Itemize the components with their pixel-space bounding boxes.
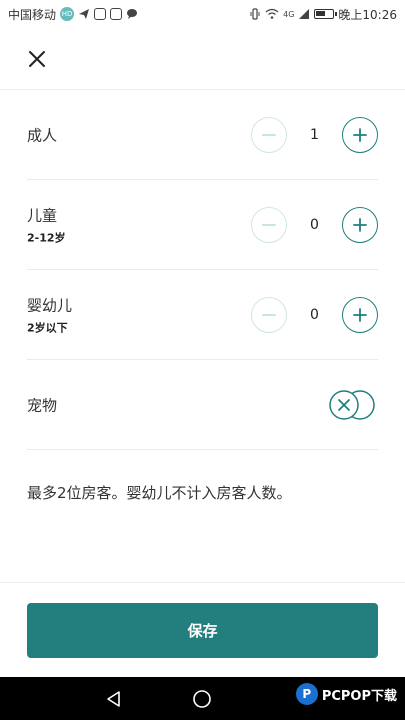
app-icon-2 [110, 8, 123, 20]
status-bar-left: 中国移动 HD [8, 6, 138, 23]
row-label: 儿童 [27, 206, 58, 224]
infants-decrement-button[interactable] [251, 296, 287, 333]
footer-divider [0, 582, 405, 583]
guest-row-children: 儿童 2-12岁 0 [27, 180, 378, 270]
minus-icon [262, 133, 276, 136]
plus-icon [353, 307, 367, 322]
adults-increment-button[interactable] [342, 116, 378, 153]
children-decrement-button[interactable] [251, 206, 287, 243]
signal-icon [298, 8, 310, 20]
close-button[interactable] [22, 44, 52, 74]
back-button[interactable] [100, 685, 128, 713]
battery-icon [314, 9, 338, 19]
infants-count: 0 [310, 306, 319, 323]
header [0, 28, 405, 90]
status-bar: 中国移动 HD 4G 晚上10:26 [0, 0, 405, 28]
infants-increment-button[interactable] [342, 296, 378, 333]
minus-icon [262, 313, 276, 316]
wifi-icon [265, 8, 279, 20]
chat-icon [126, 8, 138, 20]
children-increment-button[interactable] [342, 206, 378, 243]
save-button[interactable]: 保存 [27, 603, 378, 658]
home-circle-icon [193, 690, 211, 708]
plus-icon [353, 217, 367, 232]
row-label-group: 儿童 2-12岁 [27, 204, 66, 245]
row-label: 成人 [27, 126, 58, 144]
home-button[interactable] [188, 685, 216, 713]
adults-count: 1 [310, 126, 319, 143]
close-icon [29, 51, 45, 67]
row-label-group: 成人 [27, 124, 57, 145]
plus-icon [353, 127, 367, 142]
pet-toggle[interactable] [328, 389, 376, 421]
guest-limit-note: 最多2位房客。婴幼儿不计入房客人数。 [27, 484, 292, 502]
guest-selector: 成人 1 儿童 2-12岁 0 婴幼儿 2岁以下 0 宠物 [0, 90, 405, 450]
row-label-group: 宠物 [27, 394, 57, 415]
telegram-icon [78, 8, 90, 20]
row-sublabel: 2岁以下 [27, 321, 68, 334]
clock-time: 晚上10:26 [338, 7, 397, 22]
watermark-logo: P [295, 683, 318, 705]
adults-decrement-button[interactable] [251, 116, 287, 153]
row-label-group: 婴幼儿 2岁以下 [27, 294, 72, 335]
adults-stepper: 1 [251, 116, 378, 153]
app-icon [94, 8, 107, 20]
toggle-off-icon [329, 389, 375, 420]
guest-row-adults: 成人 1 [27, 90, 378, 180]
children-count: 0 [310, 216, 319, 233]
carrier-name: 中国移动 [8, 7, 57, 22]
guest-row-infants: 婴幼儿 2岁以下 0 [27, 270, 378, 360]
guest-row-pets: 宠物 [27, 360, 378, 450]
watermark: P PCPOP下载 [295, 683, 397, 705]
infants-stepper: 0 [251, 296, 378, 333]
watermark-text: PCPOP下载 [321, 688, 397, 704]
children-stepper: 0 [251, 206, 378, 243]
back-triangle-icon [107, 691, 120, 707]
screen: 中国移动 HD 4G 晚上10:26 成人 1 儿童 2-12岁 0 婴幼儿 2… [0, 0, 405, 720]
navigation-bar: P PCPOP下载 [0, 677, 405, 720]
hd-icon: HD [60, 7, 75, 21]
status-bar-right: 4G 晚上10:26 [249, 6, 397, 23]
network-type: 4G [283, 9, 295, 19]
row-label: 婴幼儿 [27, 296, 73, 314]
vibrate-icon [249, 8, 261, 20]
minus-icon [262, 223, 276, 226]
row-sublabel: 2-12岁 [27, 231, 66, 244]
row-label: 宠物 [27, 396, 58, 414]
